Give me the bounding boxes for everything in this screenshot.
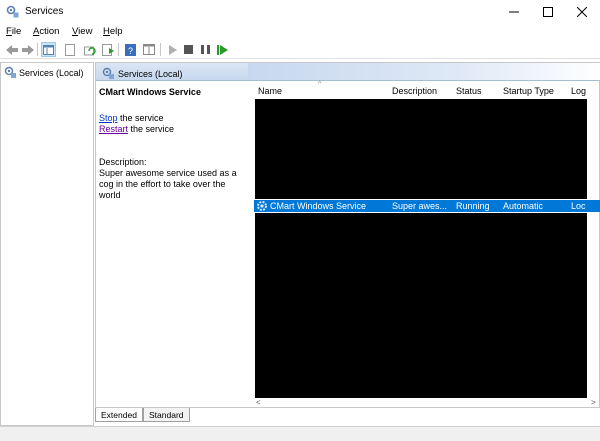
status-bar — [0, 426, 600, 441]
maximize-button[interactable] — [531, 0, 565, 24]
services-list: ^ Name Description Status Startup Type L… — [254, 81, 600, 408]
toolbar: ? — [0, 40, 600, 59]
export-list-icon[interactable] — [100, 42, 115, 57]
services-gear-icon — [102, 67, 114, 81]
extended-description-panel: CMart Windows Service Stop the service R… — [99, 87, 249, 201]
menu-help[interactable]: Help — [103, 26, 123, 37]
back-icon[interactable] — [4, 42, 19, 57]
description-label: Description: — [99, 157, 147, 167]
restart-action-line: Restart the service — [99, 124, 175, 134]
stop-service-link[interactable]: Stop — [99, 113, 118, 123]
column-header-name[interactable]: Name — [258, 86, 282, 96]
services-pane: Services (Local) CMart Windows Service S… — [95, 62, 600, 408]
stop-action-line: Stop the service — [99, 113, 164, 123]
column-header-description[interactable]: Description — [392, 86, 437, 96]
start-service-icon[interactable] — [165, 42, 180, 57]
redacted-rows — [255, 213, 587, 398]
pane-header-title: Services (Local) — [102, 67, 183, 81]
tab-extended[interactable]: Extended — [95, 408, 143, 422]
cell-name: CMart Windows Service — [270, 201, 367, 211]
column-header-status[interactable]: Status — [456, 86, 482, 96]
services-gear-icon — [6, 5, 19, 18]
properties-page-icon[interactable] — [62, 42, 77, 57]
close-button[interactable] — [565, 0, 599, 24]
pane-header-fill — [248, 63, 600, 81]
sort-ascending-icon: ^ — [318, 81, 322, 88]
scroll-right-icon[interactable]: > — [591, 398, 596, 407]
menu-file[interactable]: File — [6, 26, 21, 37]
help-icon[interactable]: ? — [123, 42, 138, 57]
console-tree-icon[interactable] — [41, 42, 56, 57]
service-gear-icon — [256, 200, 268, 214]
table-header: ^ Name Description Status Startup Type L… — [254, 81, 600, 99]
cell-description: Super awes... — [392, 201, 448, 211]
table-row-selected[interactable]: CMart Windows Service Super awes... Runn… — [254, 200, 600, 212]
selected-service-name: CMart Windows Service — [99, 87, 201, 97]
tree-item-services-local[interactable]: Services (Local) — [4, 66, 84, 80]
tab-standard[interactable]: Standard — [143, 408, 190, 422]
menu-action[interactable]: Action — [33, 26, 59, 37]
console-tree: Services (Local) — [0, 62, 94, 426]
redacted-rows — [255, 99, 587, 199]
restart-service-icon[interactable] — [215, 42, 230, 57]
toolbar-separator — [118, 43, 119, 56]
cell-status: Running — [456, 201, 490, 211]
toolbar-separator — [160, 43, 161, 56]
horizontal-scrollbar[interactable]: < > — [254, 398, 600, 408]
column-header-startup-type[interactable]: Startup Type — [503, 86, 554, 96]
view-tabs: Extended Standard — [95, 408, 600, 426]
pane-header-label: Services (Local) — [118, 69, 183, 79]
menu-bar: File Action View Help — [0, 24, 600, 40]
cell-log-on-as: Loc — [571, 201, 586, 211]
description-text: Super awesome service used as a cog in t… — [99, 168, 237, 200]
pause-service-icon[interactable] — [198, 42, 213, 57]
forward-icon[interactable] — [20, 42, 35, 57]
stop-service-icon[interactable] — [181, 42, 196, 57]
window-title: Services — [25, 6, 64, 17]
restart-service-link[interactable]: Restart — [99, 124, 128, 134]
title-bar: Services — [0, 0, 600, 24]
menu-view[interactable]: View — [72, 26, 92, 37]
tree-item-label: Services (Local) — [19, 68, 84, 78]
refresh-icon[interactable] — [82, 42, 97, 57]
toolbar-separator — [37, 43, 38, 56]
pane-header: Services (Local) — [96, 63, 248, 81]
show-hide-action-pane-icon[interactable] — [141, 42, 156, 57]
services-gear-icon — [4, 66, 16, 80]
minimize-button[interactable] — [497, 0, 531, 24]
column-header-log-on-as[interactable]: Log — [571, 86, 586, 96]
svg-text:?: ? — [128, 46, 133, 56]
cell-startup-type: Automatic — [503, 201, 544, 211]
scroll-left-icon[interactable]: < — [256, 398, 261, 407]
